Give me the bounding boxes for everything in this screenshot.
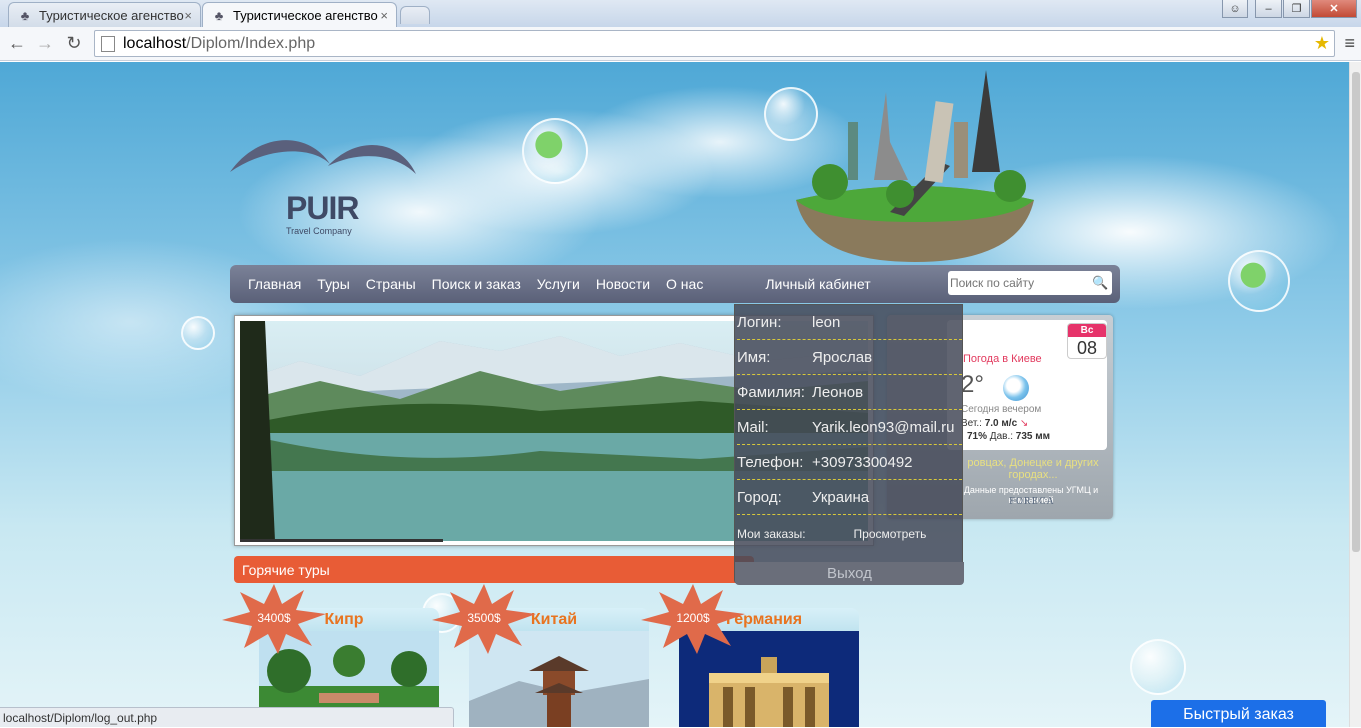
nav-item-about[interactable]: О нас <box>658 276 711 292</box>
account-row-surname: Фамилия: Леонов <box>737 375 962 410</box>
bubble-decoration <box>181 316 215 350</box>
search-input[interactable] <box>950 276 1090 290</box>
calendar-day: 08 <box>1076 338 1098 358</box>
maximize-button[interactable]: ❐ <box>1283 0 1310 18</box>
globe-bubble-decoration <box>1228 250 1290 312</box>
account-label: Имя: <box>737 348 771 366</box>
account-row-mail: Mail: Yarik.leon93@mail.ru <box>737 410 962 445</box>
logo-brand: PUIR <box>286 190 359 226</box>
search-icon[interactable]: 🔍 <box>1092 275 1108 291</box>
logo-tagline: Travel Company <box>286 226 352 236</box>
menu-icon[interactable]: ≡ <box>1344 33 1355 54</box>
globe-bubble-decoration <box>522 118 588 184</box>
cloud-weather-icon <box>1003 375 1029 401</box>
new-tab-button[interactable] <box>400 6 430 24</box>
browser-tab[interactable]: ♣ Туристическое агенство × <box>8 2 201 27</box>
weather-temperature: 2° <box>961 371 984 398</box>
pressure-label: Дав.: <box>989 431 1013 442</box>
tab-close-icon[interactable]: × <box>184 8 192 23</box>
tab-title: Туристическое агенство <box>39 7 184 23</box>
slider-progress <box>240 539 443 542</box>
price-star-badge: 1200$ <box>641 584 745 654</box>
url-host: localhost <box>123 34 187 52</box>
reload-icon[interactable]: ↻ <box>63 32 85 54</box>
account-row-phone: Телефон: +30973300492 <box>737 445 962 480</box>
site-search: 🔍 <box>948 271 1112 295</box>
account-value: Yarik.leon93@mail.ru <box>812 418 955 436</box>
scrollbar-thumb[interactable] <box>1352 72 1360 552</box>
browser-toolbar: ← → ↻ localhost/Diplom/Index.php ★ ≡ <box>0 27 1361 61</box>
nav-item-home[interactable]: Главная <box>240 276 309 292</box>
pressure-value: 735 мм <box>1015 431 1051 442</box>
weather-cities-link[interactable]: ровцах, Донецке и других городах... <box>955 457 1111 481</box>
nav-item-countries[interactable]: Страны <box>358 276 424 292</box>
palm-favicon-icon: ♣ <box>214 7 224 23</box>
back-arrow-icon[interactable]: ← <box>6 32 28 54</box>
weather-humidity-pressure: 71% Дав.: 735 мм <box>967 431 1050 442</box>
palm-favicon-icon: ♣ <box>20 7 30 23</box>
tour-price: 1200$ <box>676 611 710 625</box>
address-bar[interactable]: localhost/Diplom/Index.php ★ <box>94 30 1335 57</box>
weather-title[interactable]: Погода в Киеве <box>963 353 1042 365</box>
orders-label: Мои заказы: <box>737 527 806 541</box>
weather-condition: Сегодня вечером <box>961 404 1042 415</box>
hot-tours-title: Горячие туры <box>242 561 330 578</box>
account-label: Фамилия: <box>737 383 805 401</box>
account-label: Mail: <box>737 418 769 436</box>
forward-arrow-icon[interactable]: → <box>34 32 56 54</box>
hot-tours-header: Горячие туры <box>234 556 754 583</box>
tab-strip: ♣ Туристическое агенство × ♣ Туристическ… <box>0 0 1361 27</box>
weather-wind: Вет.: 7.0 м/с ↘ <box>961 418 1028 429</box>
tour-price: 3400$ <box>257 611 291 625</box>
account-label: Логин: <box>737 313 782 331</box>
account-row-city: Город: Украина <box>737 480 962 515</box>
account-value: +30973300492 <box>812 453 913 471</box>
nav-item-services[interactable]: Услуги <box>529 276 588 292</box>
account-label: Телефон: <box>737 453 804 471</box>
tab-title: Туристическое агенство <box>233 7 378 23</box>
user-profile-icon[interactable]: ☺ <box>1222 0 1248 18</box>
calendar-badge: Вс 08 <box>1067 323 1107 359</box>
account-orders: Мои заказы: Просмотреть <box>737 519 962 549</box>
account-label: Город: <box>737 488 782 506</box>
page-scrollbar[interactable] <box>1349 62 1361 727</box>
web-page: PUIR Travel Company Главная Туры Страны … <box>0 62 1349 727</box>
quick-order-button[interactable]: Быстрый заказ <box>1151 700 1326 727</box>
status-bar-url: localhost/Diplom/log_out.php <box>0 707 454 727</box>
bookmark-star-icon[interactable]: ★ <box>1314 33 1330 54</box>
page-icon <box>101 35 115 52</box>
account-value: Ярослав <box>812 348 873 366</box>
site-logo[interactable]: PUIR Travel Company <box>228 132 418 242</box>
price-star-badge: 3400$ <box>222 584 326 654</box>
personal-cabinet-dropdown: Логин: leon Имя: Ярослав Фамилия: Леонов Ma… <box>734 304 964 585</box>
bubble-decoration <box>1130 639 1186 695</box>
close-window-button[interactable]: ✕ <box>1311 0 1357 18</box>
url-path: /Diplom/Index.php <box>186 34 316 52</box>
nav-item-news[interactable]: Новости <box>588 276 658 292</box>
logout-button[interactable]: Выход <box>735 562 964 585</box>
nav-item-search-order[interactable]: Поиск и заказ <box>424 276 529 292</box>
account-value: leon <box>812 313 841 331</box>
window-controls: ☺ – ❐ ✕ <box>1222 0 1357 18</box>
account-row-name: Имя: Ярослав <box>737 340 962 375</box>
nav-item-personal-cabinet[interactable]: Личный кабинет <box>757 276 878 292</box>
account-value: Украина <box>812 488 870 506</box>
wind-direction-icon: ↘ <box>1019 418 1029 429</box>
account-row-login: Логин: leon <box>737 305 962 340</box>
humidity-value: 71% <box>967 431 988 442</box>
view-orders-link[interactable]: Просмотреть <box>854 527 927 541</box>
tour-price: 3500$ <box>467 611 501 625</box>
account-value: Леонов <box>812 383 864 401</box>
main-navigation: Главная Туры Страны Поиск и заказ Услуги… <box>230 265 1120 303</box>
foreca-logo[interactable]: FORECA <box>977 496 1087 507</box>
landmarks-island-illustration <box>790 62 1040 262</box>
minimize-button[interactable]: – <box>1255 0 1282 18</box>
browser-tab-active[interactable]: ♣ Туристическое агенство × <box>202 2 397 27</box>
calendar-day-of-week: Вс <box>1068 324 1106 337</box>
nav-item-tours[interactable]: Туры <box>309 276 357 292</box>
tab-close-icon[interactable]: × <box>380 8 388 23</box>
price-star-badge: 3500$ <box>432 584 536 654</box>
wind-label: Вет.: <box>961 418 982 429</box>
wind-value: 7.0 м/с <box>984 418 1018 429</box>
